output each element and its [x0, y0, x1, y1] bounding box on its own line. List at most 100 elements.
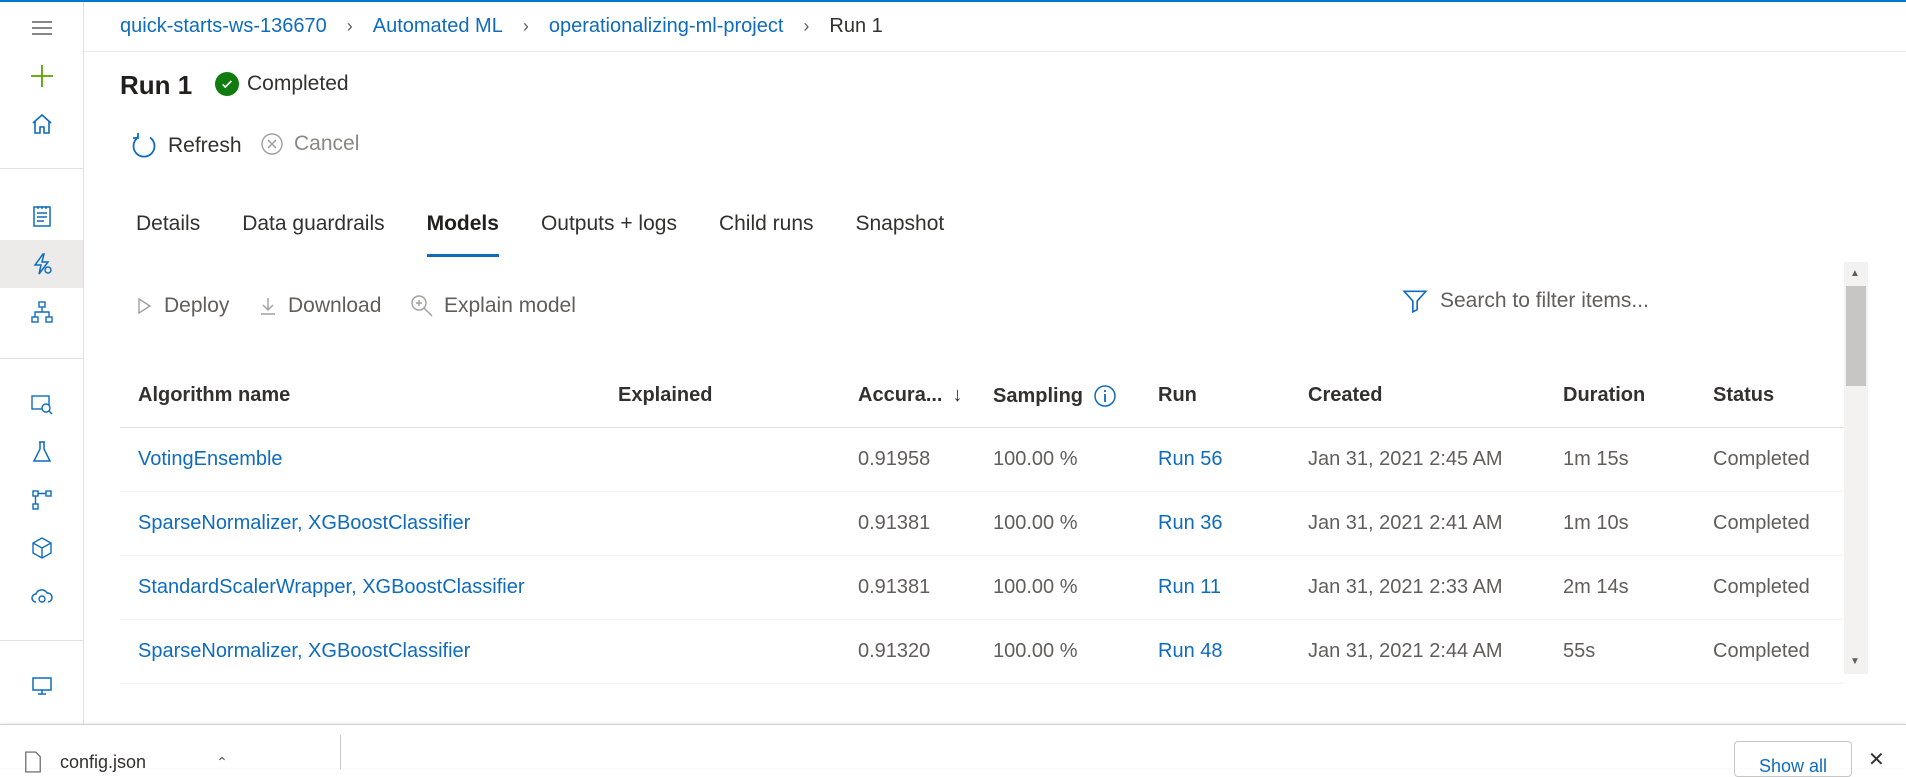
dataset-icon [30, 395, 52, 415]
nav-endpoints[interactable] [0, 572, 83, 620]
chevron-right-icon: › [346, 15, 353, 36]
column-header-label: Run [1158, 384, 1197, 406]
nav-separator [0, 358, 83, 359]
pipeline-icon [31, 490, 52, 510]
tab-child-runs[interactable]: Child runs [719, 212, 814, 258]
tab-snapshot[interactable]: Snapshot [856, 212, 945, 258]
download-icon [261, 298, 275, 315]
flask-icon [32, 441, 51, 462]
nav-models[interactable] [0, 524, 83, 572]
duration-cell: 1m 15s [1563, 448, 1629, 470]
hamburger-icon [31, 21, 52, 35]
table-header: Algorithm name Explained Accura... ↓ Sam… [120, 374, 1844, 428]
run-link[interactable]: Run 56 [1158, 448, 1223, 471]
table-row[interactable]: SparseNormalizer, XGBoostClassifier 0.91… [120, 620, 1844, 684]
hamburger-menu-button[interactable] [0, 4, 83, 52]
table-row[interactable]: SparseNormalizer, XGBoostClassifier 0.91… [120, 492, 1844, 556]
column-header-created[interactable]: Created [1308, 384, 1382, 407]
breadcrumb-workspace-link[interactable]: quick-starts-ws-136670 [120, 15, 327, 38]
scroll-up-icon[interactable]: ▲ [1850, 268, 1860, 279]
explain-model-button[interactable]: Explain model [410, 294, 576, 318]
nav-designer[interactable] [0, 288, 83, 336]
refresh-button[interactable]: Refresh [130, 132, 242, 160]
column-header-label: Sampling [993, 384, 1084, 407]
compute-monitor-icon [31, 677, 52, 695]
tab-models[interactable]: Models [426, 212, 500, 258]
status-cell: Completed [1713, 640, 1810, 662]
downloaded-file-name: config.json [60, 751, 147, 772]
algorithm-link[interactable]: StandardScalerWrapper, XGBoostClassifier [138, 576, 524, 599]
column-header-explained[interactable]: Explained [618, 384, 712, 407]
status-badge: Completed [215, 72, 349, 96]
tab-outputs-logs[interactable]: Outputs + logs [541, 212, 677, 258]
nav-automated-ml[interactable] [0, 240, 83, 288]
nav-compute[interactable] [0, 662, 83, 710]
breadcrumb: quick-starts-ws-136670 › Automated ML › … [120, 2, 883, 50]
status-cell: Completed [1713, 576, 1810, 598]
column-header-accuracy[interactable]: Accura... ↓ [858, 384, 962, 407]
column-header-status[interactable]: Status [1713, 384, 1774, 407]
cancel-circle-icon [261, 133, 283, 155]
tab-data-guardrails[interactable]: Data guardrails [242, 212, 384, 258]
breadcrumb-divider [84, 51, 1906, 52]
download-bar-divider [340, 735, 341, 769]
create-new-button[interactable] [0, 52, 83, 100]
nav-datasets[interactable] [0, 380, 83, 428]
left-nav-rail [0, 2, 84, 724]
column-header-algorithm[interactable]: Algorithm name [138, 384, 290, 407]
column-header-label: Duration [1563, 384, 1646, 406]
scrollbar-thumb[interactable] [1846, 286, 1866, 386]
accuracy-cell: 0.91320 [858, 640, 931, 662]
breadcrumb-current: Run 1 [829, 14, 883, 37]
show-all-button[interactable]: Show all [1734, 741, 1852, 777]
column-header-duration[interactable]: Duration [1563, 384, 1645, 407]
sampling-cell: 100.00 % [993, 512, 1078, 534]
column-header-sampling[interactable]: Sampling [993, 384, 1117, 408]
run-link[interactable]: Run 11 [1158, 576, 1221, 599]
search-filter-box[interactable]: Search to filter items... [1402, 288, 1649, 314]
algorithm-link[interactable]: SparseNormalizer, XGBoostClassifier [138, 512, 470, 535]
designer-icon [30, 301, 53, 323]
accuracy-cell: 0.91381 [858, 576, 931, 598]
cube-icon [31, 537, 52, 559]
column-header-label: Accura... [858, 384, 943, 406]
page-title: Run 1 [120, 70, 193, 100]
algorithm-link[interactable]: SparseNormalizer, XGBoostClassifier [138, 640, 470, 663]
accuracy-cell: 0.91381 [858, 512, 931, 534]
accuracy-cell: 0.91958 [858, 448, 931, 470]
run-link[interactable]: Run 36 [1158, 512, 1223, 535]
breadcrumb-experiment-link[interactable]: operationalizing-ml-project [549, 15, 784, 38]
sampling-cell: 100.00 % [993, 448, 1078, 470]
table-row[interactable]: VotingEnsemble 0.91958 100.00 % Run 56 J… [120, 428, 1844, 492]
deploy-label: Deploy [164, 294, 230, 317]
duration-cell: 55s [1563, 640, 1596, 662]
breadcrumb-automated-ml-link[interactable]: Automated ML [373, 15, 503, 38]
nav-notebooks[interactable] [0, 192, 83, 240]
play-icon [138, 297, 152, 315]
tab-details[interactable]: Details [136, 212, 200, 258]
cancel-button[interactable]: Cancel [260, 132, 359, 156]
automl-icon [33, 253, 52, 275]
run-link[interactable]: Run 48 [1158, 640, 1223, 663]
nav-pipelines[interactable] [0, 476, 83, 524]
tab-bar: Details Data guardrails Models Outputs +… [136, 212, 986, 258]
column-header-run[interactable]: Run [1158, 384, 1197, 407]
column-header-label: Explained [618, 384, 713, 406]
download-button[interactable]: Download [258, 294, 381, 318]
algorithm-link[interactable]: VotingEnsemble [138, 448, 283, 471]
scroll-down-icon[interactable]: ▼ [1850, 656, 1860, 667]
duration-cell: 1m 10s [1563, 512, 1629, 534]
nav-experiments[interactable] [0, 428, 83, 476]
notebook-icon [32, 206, 51, 227]
downloaded-file-item[interactable]: config.json ⌃ [24, 751, 228, 773]
table-scrollbar[interactable]: ▲ ▼ [1844, 262, 1868, 674]
close-icon[interactable]: ✕ [1868, 747, 1885, 772]
search-placeholder: Search to filter items... [1440, 289, 1649, 312]
table-row[interactable]: StandardScalerWrapper, XGBoostClassifier… [120, 556, 1844, 620]
deploy-button[interactable]: Deploy [134, 294, 229, 318]
sampling-cell: 100.00 % [993, 576, 1078, 598]
info-icon[interactable] [1093, 384, 1117, 408]
chevron-right-icon: › [803, 15, 810, 36]
nav-home[interactable] [0, 100, 83, 148]
created-cell: Jan 31, 2021 2:41 AM [1308, 512, 1503, 534]
